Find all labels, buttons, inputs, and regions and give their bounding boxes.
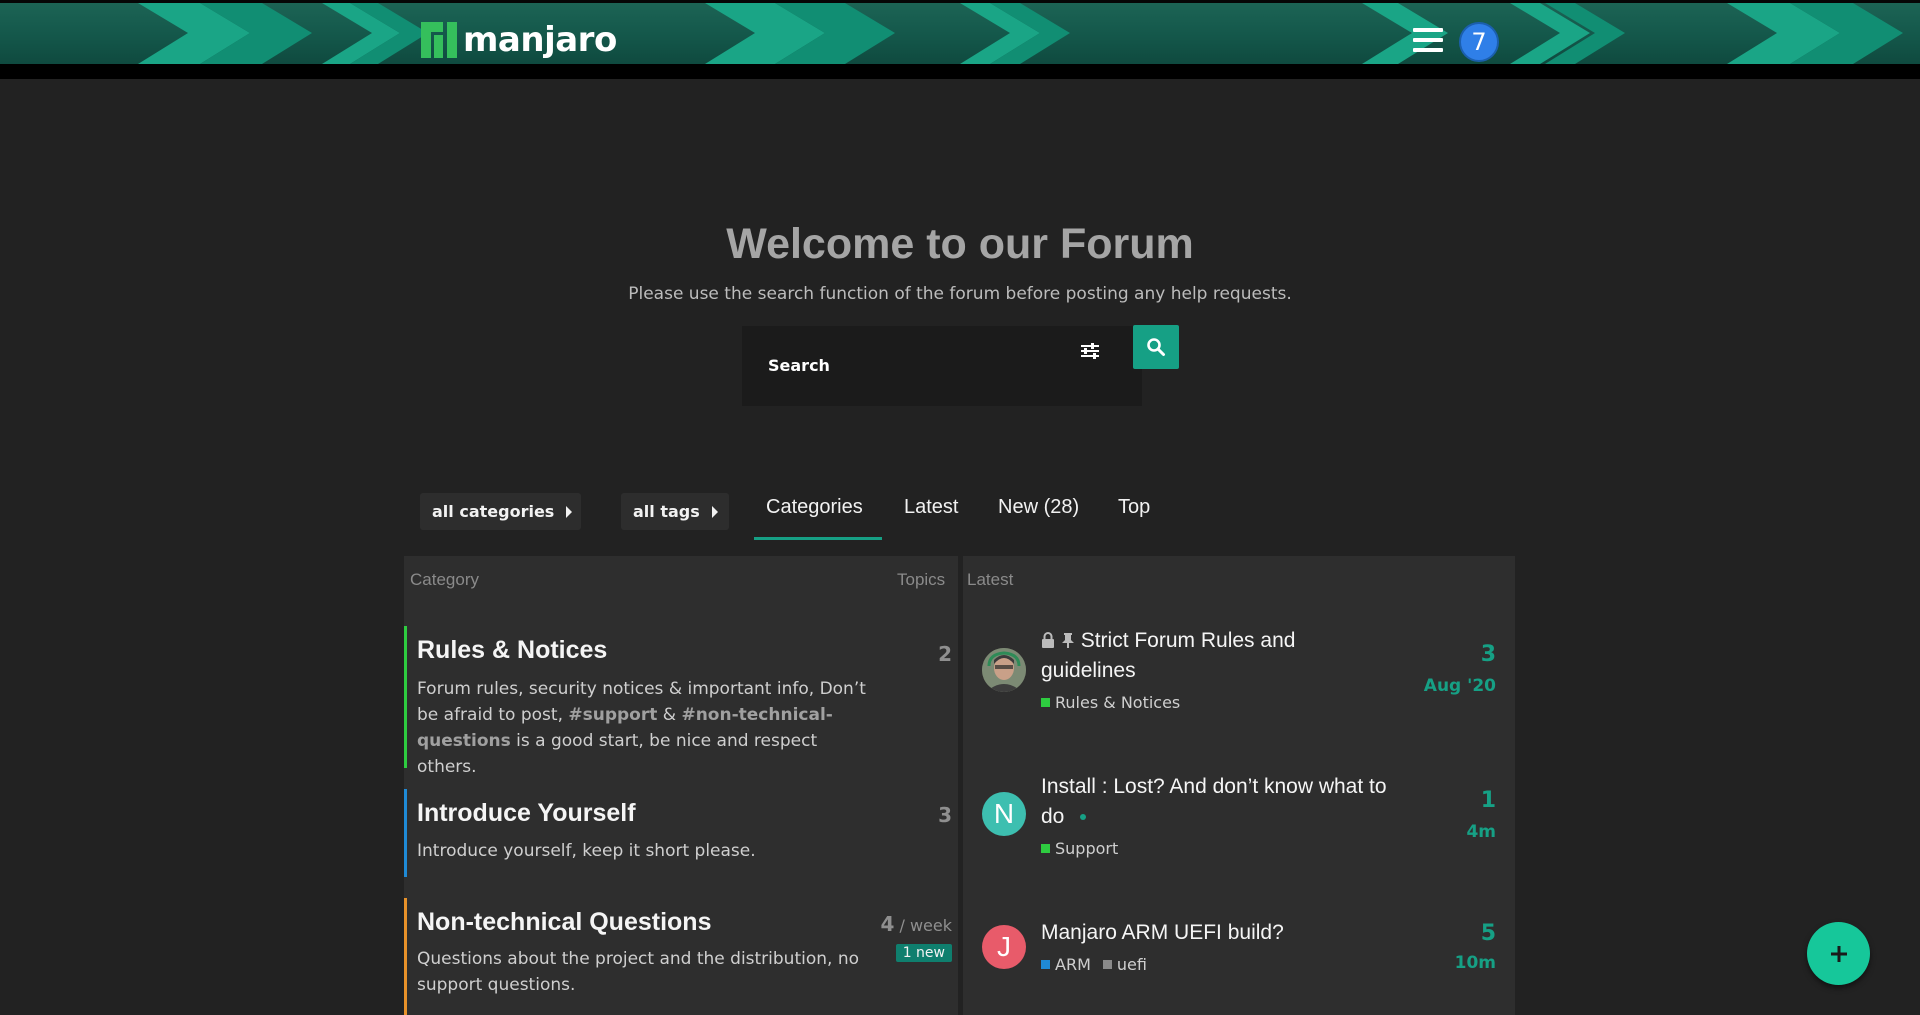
caret-right-icon (711, 505, 718, 518)
topic-category[interactable]: Rules & Notices (1041, 693, 1180, 712)
category-row[interactable]: Rules & Notices Forum rules, security no… (404, 626, 956, 777)
active-tab-indicator (754, 537, 882, 540)
new-topics-badge[interactable]: 1 new (895, 944, 952, 962)
tags-dropdown[interactable]: all tags (621, 493, 729, 530)
tab-categories[interactable]: Categories (766, 496, 863, 522)
category-name[interactable]: Rules & Notices (417, 636, 607, 665)
column-header-topics[interactable]: Topics (897, 570, 945, 590)
hamburger-menu-icon[interactable] (1413, 28, 1443, 54)
topic-title[interactable]: Manjaro ARM UEFI build? (1041, 918, 1391, 948)
topic-row[interactable]: Strict Forum Rules and guidelines Rules … (962, 626, 1502, 746)
category-description: Forum rules, security notices & importan… (417, 679, 866, 777)
category-description: Introduce yourself, keep it short please… (417, 841, 756, 861)
header-chevron-banner (0, 3, 1920, 64)
category-row[interactable]: Non-technical Questions Questions about … (404, 898, 956, 1015)
topic-title[interactable]: Strict Forum Rules and guidelines (1041, 626, 1391, 686)
user-avatar[interactable] (982, 648, 1026, 692)
category-color-bar (404, 626, 407, 768)
search-input[interactable] (768, 350, 1068, 380)
user-notification-avatar[interactable]: 7 (1459, 22, 1499, 62)
category-topic-count: 4 / week (880, 912, 952, 936)
welcome-subtitle: Please use the search function of the fo… (628, 284, 1292, 304)
category-row[interactable]: Introduce Yourself Introduce yourself, k… (404, 789, 956, 877)
topic-tags: Rules & Notices (1041, 693, 1192, 712)
user-photo-icon (982, 648, 1026, 692)
site-header: manjaro 7 (0, 0, 1920, 64)
column-header-latest: Latest (967, 570, 1014, 589)
topic-row[interactable]: N Install : Lost? And don’t know what to… (962, 772, 1502, 892)
create-topic-button[interactable] (1807, 922, 1870, 985)
topic-tags: ARM uefi (1041, 955, 1159, 974)
tags-dropdown-label: all tags (633, 502, 700, 521)
user-avatar[interactable]: J (982, 925, 1026, 969)
search-button[interactable] (1133, 325, 1179, 369)
header-shadow-strip (0, 64, 1920, 79)
pin-icon (1061, 633, 1074, 648)
topic-category[interactable]: ARM (1041, 955, 1091, 974)
category-topic-count: 2 (938, 642, 952, 666)
topic-reply-count[interactable]: 5 (1481, 921, 1496, 946)
categories-dropdown-label: all categories (432, 502, 555, 521)
plus-icon (1830, 945, 1847, 962)
topic-reply-count[interactable]: 3 (1481, 642, 1496, 667)
topic-title[interactable]: Install : Lost? And don’t know what to d… (1041, 772, 1391, 832)
category-description: Questions about the project and the dist… (417, 949, 860, 995)
category-name[interactable]: Non-technical Questions (417, 908, 711, 937)
topic-activity-time[interactable]: 10m (1455, 953, 1496, 973)
categories-dropdown[interactable]: all categories (420, 493, 581, 530)
unread-dot-icon (1080, 814, 1087, 821)
chevron-pattern (138, 3, 1903, 64)
column-header-category[interactable]: Category (410, 570, 479, 590)
welcome-title: Welcome to our Forum (726, 220, 1194, 268)
caret-right-icon (566, 505, 573, 518)
search-box (742, 326, 1142, 406)
manjaro-logo[interactable]: manjaro (421, 22, 617, 58)
category-name[interactable]: Introduce Yourself (417, 799, 636, 828)
topic-activity-time[interactable]: Aug '20 (1424, 676, 1496, 696)
manjaro-logo-icon (421, 22, 457, 58)
search-filter-icon[interactable] (1075, 338, 1103, 364)
brand-name: manjaro (463, 20, 617, 60)
topic-reply-count[interactable]: 1 (1481, 788, 1496, 813)
tab-top[interactable]: Top (1118, 496, 1150, 522)
topic-activity-time[interactable]: 4m (1466, 822, 1496, 842)
support-category-link[interactable]: #support (568, 705, 657, 725)
category-topic-count: 3 (938, 803, 952, 827)
category-color-bar (404, 898, 407, 1015)
category-color-bar (404, 789, 407, 877)
tab-latest[interactable]: Latest (904, 496, 958, 522)
tab-new[interactable]: New (28) (998, 496, 1079, 522)
topic-category[interactable]: Support (1041, 839, 1118, 858)
lock-icon (1042, 632, 1054, 648)
search-icon (1147, 338, 1165, 356)
topic-row[interactable]: J Manjaro ARM UEFI build? ARM uefi 5 10m (962, 918, 1502, 1015)
topic-tag[interactable]: uefi (1102, 955, 1147, 974)
user-avatar[interactable]: N (982, 792, 1026, 836)
topic-tags: Support (1041, 839, 1130, 858)
